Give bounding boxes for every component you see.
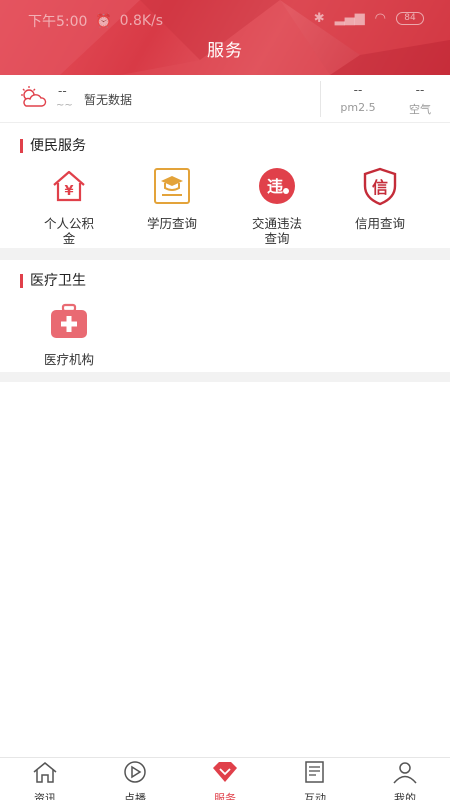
convenience-services-section: 便民服务 ¥ 个人公积金 学历查询 违 交通违法查询 信 信用查询: [0, 124, 450, 248]
alarm-icon: ⏰: [95, 13, 112, 29]
temperature: --: [58, 84, 67, 98]
home-icon: [33, 762, 57, 783]
pm25-label: pm2.5: [340, 101, 376, 114]
tab-label: 互动: [304, 792, 326, 800]
education-certificate-icon: [154, 168, 190, 204]
weather-wave: ~~: [56, 100, 73, 111]
service-traffic-violation[interactable]: 违 交通违法查询: [227, 166, 327, 246]
traffic-violation-icon: 违: [259, 168, 295, 204]
page-title: 服务: [207, 41, 243, 61]
health-section: 医疗卫生 医疗机构: [0, 260, 450, 372]
air-value: --: [415, 83, 425, 97]
tab-label: 点播: [124, 792, 146, 800]
section-title: 便民服务: [20, 139, 86, 153]
service-education-query[interactable]: 学历查询: [122, 166, 222, 231]
status-bar: 下午5:00 ⏰ 0.8K/s ✱ ▂▄▆ ◠ 84: [0, 0, 450, 38]
pm25-value: --: [353, 83, 363, 97]
bottom-tab-bar: 资讯 点播 服务 互动 我的: [0, 757, 450, 800]
svg-text:信: 信: [372, 178, 388, 197]
tab-news[interactable]: 资讯: [0, 760, 90, 800]
section-title: 医疗卫生: [20, 274, 86, 288]
tab-label: 资讯: [34, 792, 56, 800]
divider: [320, 81, 321, 117]
service-credit-query[interactable]: 信 信用查询: [330, 166, 430, 231]
battery-icon: 84: [396, 12, 424, 25]
network-speed: 0.8K/s: [119, 13, 164, 29]
tab-label: 服务: [214, 792, 236, 800]
wifi-icon: ◠: [374, 11, 386, 26]
play-icon: [124, 761, 146, 783]
cloudy-sun-icon: [21, 86, 47, 107]
signal-icon: ▂▄▆: [334, 11, 365, 26]
air-label: 空气: [409, 103, 431, 116]
status-time: 下午5:00: [28, 14, 88, 30]
section-gap: [0, 372, 450, 382]
service-housing-fund[interactable]: ¥ 个人公积金: [19, 166, 119, 246]
tab-label: 我的: [394, 792, 416, 800]
service-label: 学历查询: [146, 216, 197, 231]
tab-on-demand[interactable]: 点播: [90, 760, 180, 800]
tab-services[interactable]: 服务: [180, 760, 270, 800]
service-label: 信用查询: [354, 216, 405, 231]
weather-bar[interactable]: -- ~~ 暂无数据 -- pm2.5 -- 空气: [0, 75, 450, 123]
header: 下午5:00 ⏰ 0.8K/s ✱ ▂▄▆ ◠ 84 服务: [0, 0, 450, 75]
medical-kit-icon: [51, 303, 87, 338]
weather-status: 暂无数据: [84, 93, 133, 107]
section-gap: [0, 248, 450, 260]
service-label: 交通违法查询: [251, 216, 302, 246]
credit-shield-icon: 信: [363, 167, 397, 206]
housing-fund-icon: ¥: [53, 170, 85, 202]
pm25-metric: -- pm2.5: [333, 83, 383, 114]
service-medical-institution[interactable]: 医疗机构: [19, 302, 119, 367]
tab-interaction[interactable]: 互动: [270, 760, 360, 800]
tab-mine[interactable]: 我的: [360, 760, 450, 800]
svg-text:违: 违: [267, 177, 283, 196]
user-icon: [393, 762, 417, 784]
svg-text:¥: ¥: [64, 184, 73, 199]
service-label: 个人公积金: [43, 216, 94, 246]
news-icon: [305, 761, 324, 783]
air-metric: -- 空气: [395, 83, 445, 117]
service-label: 医疗机构: [43, 352, 94, 367]
bluetooth-icon: ✱: [313, 11, 325, 26]
service-diamond-icon: [213, 762, 237, 782]
